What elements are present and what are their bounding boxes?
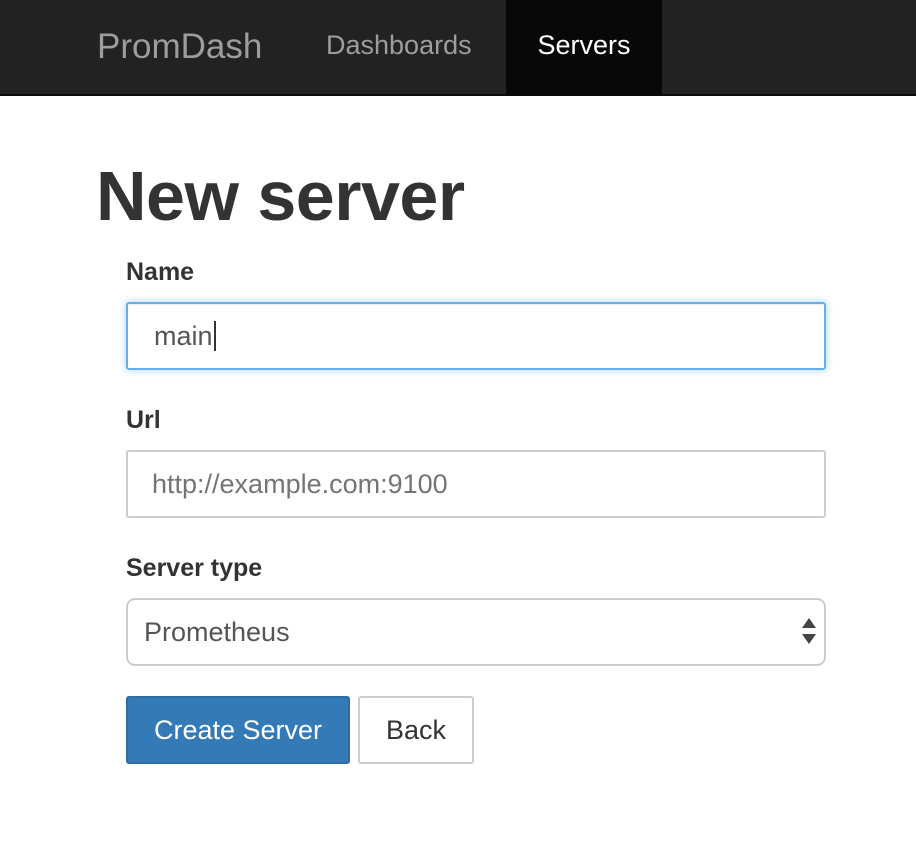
text-cursor xyxy=(213,320,216,351)
server-type-label: Server type xyxy=(126,554,263,582)
server-type-selected-value: Prometheus xyxy=(144,617,290,647)
top-navbar: PromDash Dashboards Servers xyxy=(0,0,916,96)
url-label: Url xyxy=(126,406,161,434)
select-arrows-icon xyxy=(802,618,816,646)
page-title: New server xyxy=(96,157,465,235)
url-field[interactable] xyxy=(126,450,826,518)
nav-item-dashboards[interactable]: Dashboards xyxy=(296,0,502,94)
name-field-value: main xyxy=(154,304,216,368)
name-label: Name xyxy=(126,258,195,286)
create-server-button[interactable]: Create Server xyxy=(126,696,350,764)
back-button[interactable]: Back xyxy=(358,696,474,764)
brand-link[interactable]: PromDash xyxy=(97,0,262,94)
name-field[interactable]: main xyxy=(126,302,826,370)
server-type-select[interactable]: Prometheus xyxy=(126,598,826,666)
nav-item-servers[interactable]: Servers xyxy=(506,0,662,94)
